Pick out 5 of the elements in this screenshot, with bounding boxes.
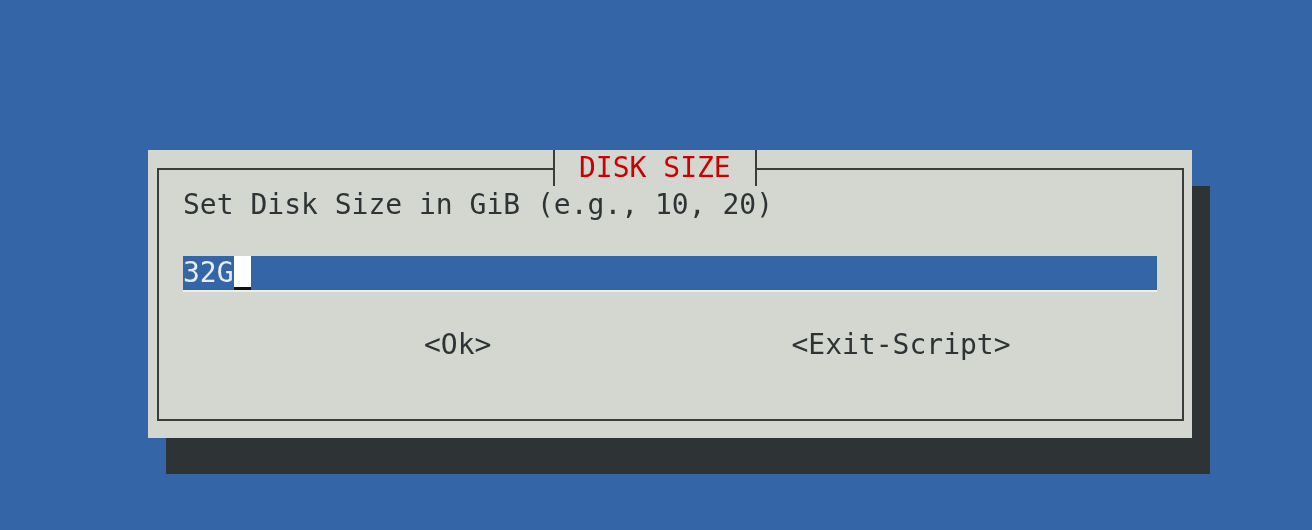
prompt-label: Set Disk Size in GiB (e.g., 10, 20) — [183, 190, 774, 220]
input-field[interactable]: 32G — [183, 256, 1157, 292]
dialog-button[interactable]: <Exit-Script> — [791, 330, 1011, 360]
dialog-button[interactable]: <Ok> — [424, 330, 492, 360]
dialog-title: DISK SIZE — [553, 150, 757, 186]
